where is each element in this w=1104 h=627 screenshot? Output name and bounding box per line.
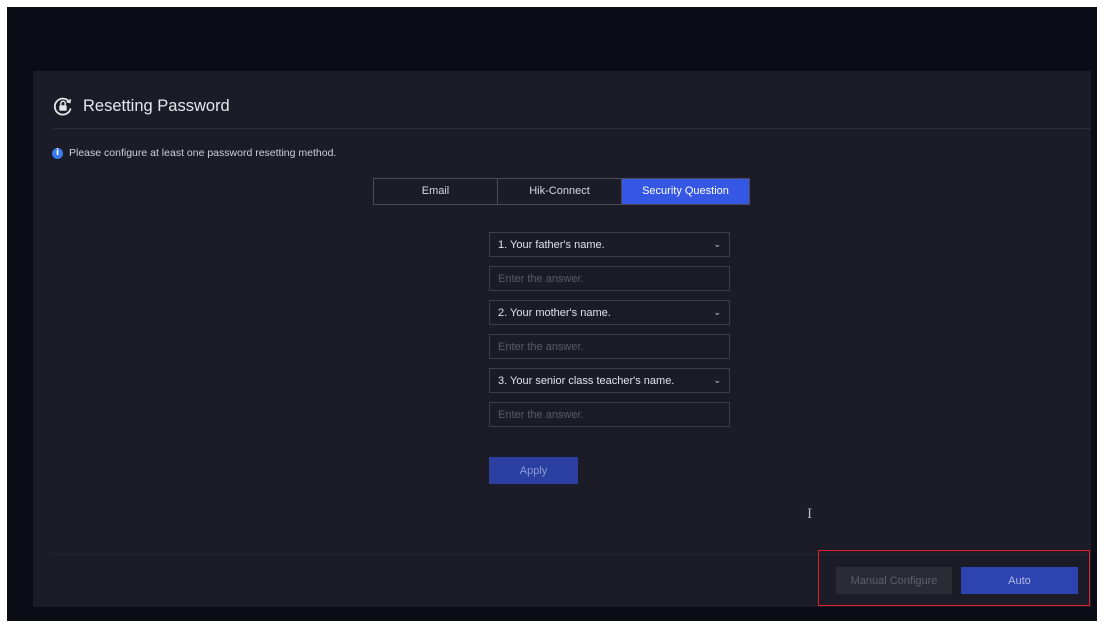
question-select-1-value: 1. Your father's name.	[498, 238, 605, 251]
question-select-2-value: 2. Your mother's name.	[498, 306, 611, 319]
chevron-down-icon: ⌄	[713, 239, 721, 250]
auto-button[interactable]: Auto	[961, 567, 1078, 594]
manual-configure-button[interactable]: Manual Configure	[836, 567, 952, 594]
question-select-1[interactable]: 1. Your father's name. ⌄	[489, 232, 730, 257]
text-cursor-icon: I	[807, 507, 813, 522]
method-tabs: Email Hik-Connect Security Question	[373, 178, 750, 205]
security-question-form: 1. Your father's name. ⌄ Enter the answe…	[489, 232, 730, 436]
header-divider	[53, 128, 1091, 129]
chevron-down-icon: ⌄	[713, 375, 721, 386]
question-select-3[interactable]: 3. Your senior class teacher's name. ⌄	[489, 368, 730, 393]
answer-input-2[interactable]: Enter the answer.	[489, 334, 730, 359]
tab-security-question[interactable]: Security Question	[622, 179, 749, 204]
lock-reset-icon	[53, 97, 72, 116]
answer-input-1[interactable]: Enter the answer.	[489, 266, 730, 291]
dialog-title: Resetting Password	[83, 96, 230, 115]
info-icon: i	[52, 147, 63, 159]
dialog-header: Resetting Password	[53, 93, 230, 119]
question-select-2[interactable]: 2. Your mother's name. ⌄	[489, 300, 730, 325]
chevron-down-icon: ⌄	[713, 307, 721, 318]
answer-input-3[interactable]: Enter the answer.	[489, 402, 730, 427]
notice-text: Please configure at least one password r…	[69, 147, 337, 159]
resetting-password-dialog: Resetting Password i Please configure at…	[33, 71, 1091, 607]
question-select-3-value: 3. Your senior class teacher's name.	[498, 374, 675, 387]
tab-hik-connect[interactable]: Hik-Connect	[498, 179, 622, 204]
apply-button[interactable]: Apply	[489, 457, 578, 484]
tab-email[interactable]: Email	[374, 179, 498, 204]
notice: i Please configure at least one password…	[52, 147, 336, 159]
